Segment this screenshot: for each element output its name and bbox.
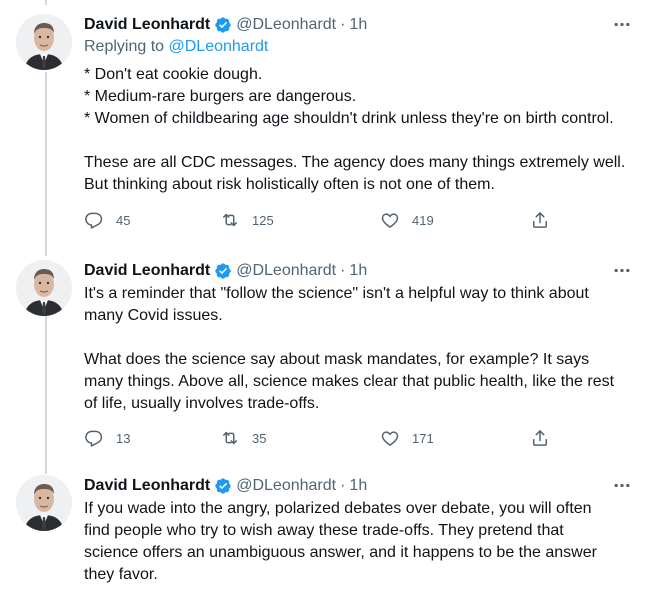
retweet-icon [223, 431, 237, 445]
author-name[interactable]: David Leonhardt [84, 477, 210, 495]
like-icon [381, 431, 399, 446]
tweet-text-line: If you wade into the angry, polarized de… [84, 500, 592, 517]
reply-count: 13 [116, 430, 131, 446]
verified-badge-icon [214, 477, 232, 495]
reply-button[interactable]: 45 [84, 208, 130, 232]
tweet-text-line: These are all CDC messages. The agency d… [84, 154, 626, 171]
replying-to-link[interactable]: @DLeonhardt [169, 38, 269, 55]
tweet-text: * Don't eat cookie dough. * Medium-rare … [84, 64, 640, 196]
author-handle[interactable]: @DLeonhardt [236, 16, 336, 34]
tweet-text-line: What does the science say about mask man… [84, 351, 590, 368]
retweet-count: 35 [252, 430, 267, 446]
tweet-header: David Leonhardt @DLeonhardt · 1h [84, 260, 367, 282]
tweet-header: David Leonhardt @DLeonhardt · 1h [84, 14, 367, 36]
tweet[interactable]: David Leonhardt @DLeonhardt · 1h Replyin… [0, 0, 648, 246]
tweet-text-line: But thinking about risk holistically oft… [84, 176, 495, 193]
verified-badge-icon [214, 262, 232, 280]
retweet-count: 125 [252, 212, 274, 228]
retweet-icon [223, 213, 237, 227]
tweet-actions: 13 35 171 [80, 426, 560, 450]
tweet-text-line: many things. Above all, science makes cl… [84, 373, 615, 390]
share-icon [533, 430, 547, 446]
separator-dot: · [340, 477, 346, 494]
tweet-actions: 45 125 419 [80, 208, 560, 232]
reply-count: 45 [116, 212, 131, 228]
tweet-text-line: find people who try to wish away these t… [84, 522, 564, 539]
verified-badge-icon [214, 16, 232, 34]
tweet-text-line: they favor. [84, 566, 158, 583]
like-count: 419 [412, 212, 434, 228]
reply-icon [85, 212, 103, 229]
share-button[interactable] [530, 208, 550, 232]
reply-button[interactable]: 13 [84, 426, 130, 450]
tweet-text: If you wade into the angry, polarized de… [84, 498, 640, 586]
tweet[interactable]: David Leonhardt @DLeonhardt · 1h It's a … [0, 246, 648, 461]
timestamp[interactable]: 1h [349, 477, 367, 495]
retweet-button[interactable]: 125 [220, 208, 274, 232]
share-button[interactable] [530, 426, 550, 450]
timestamp[interactable]: 1h [349, 262, 367, 280]
tweet-header: David Leonhardt @DLeonhardt · 1h [84, 475, 367, 497]
tweet-text-line: of life, usually involves trade-offs. [84, 395, 320, 412]
author-handle[interactable]: @DLeonhardt [236, 262, 336, 280]
more-icon[interactable] [610, 260, 634, 280]
tweet-text-line: * Medium-rare burgers are dangerous. [84, 88, 357, 105]
more-icon[interactable] [610, 14, 634, 34]
like-icon [381, 213, 399, 228]
author-handle[interactable]: @DLeonhardt [236, 477, 336, 495]
tweet-text-line: * Don't eat cookie dough. [84, 66, 263, 83]
replying-to-label: Replying to [84, 38, 165, 55]
like-button[interactable]: 171 [380, 426, 434, 450]
avatar[interactable] [16, 14, 72, 70]
avatar[interactable] [16, 475, 72, 531]
tweet-text-line: * Women of childbearing age shouldn't dr… [84, 110, 614, 127]
tweet-text-line: science offers an unambiguous answer, an… [84, 544, 597, 561]
share-icon [533, 212, 547, 228]
reply-icon [85, 430, 103, 447]
separator-dot: · [340, 262, 346, 279]
tweet-text-line: many Covid issues. [84, 307, 223, 324]
tweet-text: It's a reminder that "follow the science… [84, 283, 640, 415]
like-button[interactable]: 419 [380, 208, 434, 232]
tweet-text-line: It's a reminder that "follow the science… [84, 285, 589, 302]
timestamp[interactable]: 1h [349, 16, 367, 34]
like-count: 171 [412, 430, 434, 446]
avatar[interactable] [16, 260, 72, 316]
author-name[interactable]: David Leonhardt [84, 16, 210, 34]
replying-to: Replying to @DLeonhardt [84, 38, 268, 56]
author-name[interactable]: David Leonhardt [84, 262, 210, 280]
more-icon[interactable] [610, 475, 634, 495]
separator-dot: · [340, 16, 346, 33]
retweet-button[interactable]: 35 [220, 426, 266, 450]
tweet[interactable]: David Leonhardt @DLeonhardt · 1h If you … [0, 461, 648, 596]
